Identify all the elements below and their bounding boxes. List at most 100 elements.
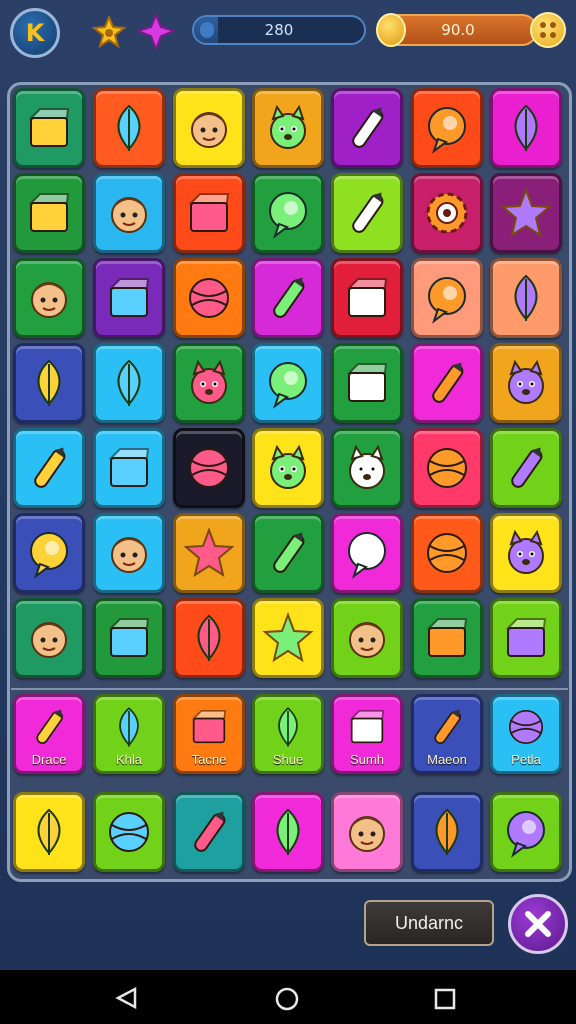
action-button[interactable]: Undarnc	[364, 900, 494, 946]
wand-icon	[194, 811, 226, 852]
game-tile[interactable]	[93, 792, 165, 872]
back-icon[interactable]	[115, 987, 139, 1009]
game-tile[interactable]	[331, 258, 403, 338]
recent-apps-icon[interactable]	[434, 988, 456, 1010]
game-tile[interactable]	[93, 598, 165, 678]
balloon-icon	[269, 192, 307, 239]
game-tile[interactable]: Maeon	[411, 694, 483, 774]
balloon-icon	[428, 277, 466, 324]
game-tile[interactable]	[13, 343, 85, 423]
game-tile[interactable]	[173, 598, 245, 678]
game-tile[interactable]	[252, 343, 324, 423]
shell-icon	[276, 808, 300, 855]
tile-label: Shue	[272, 752, 304, 767]
game-tile[interactable]	[490, 258, 562, 338]
horn-icon	[34, 447, 66, 488]
cup-icon	[349, 709, 385, 744]
game-tile[interactable]	[490, 792, 562, 872]
game-tile[interactable]	[331, 343, 403, 423]
heart-x-icon	[30, 532, 68, 579]
game-tile[interactable]	[13, 513, 85, 593]
game-tile[interactable]	[252, 598, 324, 678]
game-tile[interactable]	[411, 173, 483, 253]
game-tile[interactable]	[490, 173, 562, 253]
game-tile[interactable]	[252, 88, 324, 168]
game-tile[interactable]	[411, 343, 483, 423]
bird-icon	[514, 104, 538, 151]
game-tile[interactable]	[331, 598, 403, 678]
crayon-icon	[36, 709, 63, 744]
game-tile[interactable]: Khla	[93, 694, 165, 774]
can-icon	[346, 278, 388, 317]
game-tile[interactable]	[13, 598, 85, 678]
game-tile[interactable]	[93, 428, 165, 508]
game-tile[interactable]: Petla	[490, 694, 562, 774]
close-icon	[525, 911, 551, 937]
game-tile[interactable]	[93, 258, 165, 338]
coin-plus-icon[interactable]	[530, 12, 566, 48]
gold-bar: 90.0	[376, 13, 538, 47]
level-progress-bar: 280	[192, 15, 366, 45]
game-tile[interactable]	[411, 88, 483, 168]
game-tile[interactable]	[411, 598, 483, 678]
game-tile[interactable]	[173, 258, 245, 338]
star-icon[interactable]	[92, 16, 126, 48]
game-tile[interactable]	[173, 173, 245, 253]
game-tile[interactable]	[331, 513, 403, 593]
gem-icon[interactable]	[137, 14, 175, 50]
game-tile[interactable]	[411, 792, 483, 872]
game-tile[interactable]	[93, 513, 165, 593]
game-tile[interactable]	[173, 428, 245, 508]
game-tile[interactable]	[490, 598, 562, 678]
game-tile[interactable]	[13, 428, 85, 508]
game-tile[interactable]	[13, 88, 85, 168]
jar-icon	[28, 108, 70, 147]
cat-icon	[349, 444, 385, 489]
game-tile[interactable]	[173, 88, 245, 168]
sword-icon	[511, 447, 543, 488]
game-tile[interactable]	[411, 513, 483, 593]
star-icon	[500, 187, 552, 238]
game-tile[interactable]	[93, 173, 165, 253]
hippo-icon	[191, 359, 227, 404]
lion-icon	[270, 444, 306, 489]
frog-icon	[508, 359, 544, 404]
tree-icon	[119, 707, 139, 747]
leaf-icon	[117, 104, 141, 151]
game-tile[interactable]	[331, 428, 403, 508]
game-tile[interactable]	[13, 792, 85, 872]
game-tile[interactable]	[252, 792, 324, 872]
game-tile[interactable]	[93, 88, 165, 168]
game-tile[interactable]	[490, 513, 562, 593]
game-tile[interactable]	[490, 343, 562, 423]
game-tile[interactable]	[252, 513, 324, 593]
boy-face-icon	[31, 622, 67, 658]
game-tile[interactable]	[490, 88, 562, 168]
home-icon[interactable]	[274, 986, 300, 1012]
game-tile[interactable]	[331, 88, 403, 168]
game-tile[interactable]: Tacne	[173, 694, 245, 774]
game-tile[interactable]	[411, 258, 483, 338]
game-tile[interactable]	[252, 173, 324, 253]
game-tile[interactable]	[13, 173, 85, 253]
game-tile[interactable]	[93, 343, 165, 423]
close-button[interactable]	[508, 894, 568, 954]
game-tile[interactable]	[173, 513, 245, 593]
game-tile[interactable]	[173, 343, 245, 423]
game-tile[interactable]	[13, 258, 85, 338]
game-tile[interactable]	[173, 792, 245, 872]
game-tile[interactable]: Sumh	[331, 694, 403, 774]
game-tile[interactable]	[490, 428, 562, 508]
game-tile[interactable]	[252, 428, 324, 508]
faucet-icon	[352, 107, 384, 148]
starfish-icon	[183, 527, 235, 578]
game-tile[interactable]	[252, 258, 324, 338]
profile-button[interactable]: K	[10, 8, 60, 58]
game-tile[interactable]: Drace	[13, 694, 85, 774]
tile-label: Khla	[115, 752, 143, 767]
game-tile[interactable]	[411, 428, 483, 508]
game-tile[interactable]	[331, 792, 403, 872]
shell-icon	[514, 274, 538, 321]
game-tile[interactable]	[331, 173, 403, 253]
game-tile[interactable]: Shue	[252, 694, 324, 774]
